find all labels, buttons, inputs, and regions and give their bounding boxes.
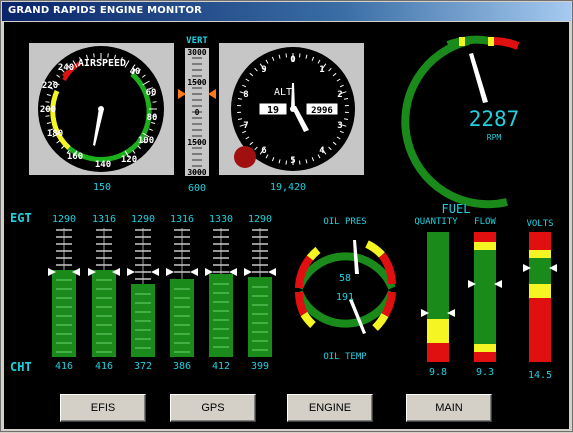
alt-tick-mark [300,53,301,57]
cht-value-6: 399 [251,361,269,372]
cht-value-1: 416 [55,361,73,372]
fuel-flow-value: 9.3 [476,367,494,378]
rpm-value: 2287 [469,107,520,131]
alt-digit-6: 6 [261,146,266,156]
altimeter: 0 1 2 3 4 5 6 7 8 9 ALT 19 2996 [219,43,364,193]
volts-label: VOLTS [526,219,553,229]
egt-value-5: 1330 [209,214,233,225]
asi-tick-100: 100 [138,136,154,146]
vsi-tick-0: 0 [195,108,200,117]
cylinder-bar-5 [205,228,237,357]
asi-tick-mark [153,102,157,103]
vsi-label: VERT [186,36,208,46]
volts-gauge: VOLTS 14.5 [523,219,557,381]
alt-drum-right: 2996 [311,106,333,116]
cht-value-5: 412 [212,361,230,372]
alt-digit-0: 0 [290,55,295,65]
alt-label: ALT [274,87,292,98]
fuel-flow-bar [474,232,496,362]
airspeed-label: AIRSPEED [78,58,126,69]
asi-tick-180: 180 [47,129,63,139]
egt-cht-bank: EGT CHT 1290 1316 1290 1316 1330 1290 41… [10,211,276,374]
asi-tick-160: 160 [67,152,83,162]
alt-digit-7: 7 [243,121,248,131]
main-button[interactable]: MAIN [406,394,492,422]
fuel-label: FUEL [442,202,471,216]
asi-tick-200: 200 [40,105,56,115]
egt-value-3: 1290 [131,214,155,225]
asi-tick-240: 240 [58,63,74,73]
asi-tick-140: 140 [95,160,111,170]
oil-pressure-value: 58 [339,273,351,284]
airspeed-indicator: 40 60 80 100 120 140 160 180 200 220 240… [29,43,174,193]
oil-temp-needle [349,298,366,334]
fuel-gauges: FUEL QUANTITY FLOW 9.8 9.3 [414,202,502,378]
engine-monitor-window: GRAND RAPIDS ENGINE MONITOR 40 60 80 100 [0,0,573,432]
cht-label: CHT [10,360,32,374]
egt-value-4: 1316 [170,214,194,225]
gps-button[interactable]: GPS [170,394,256,422]
cylinder-bar-1 [48,228,80,357]
cylinder-bar-2 [88,228,120,357]
title-bar[interactable]: GRAND RAPIDS ENGINE MONITOR [2,2,571,21]
oil-temp-label: OIL TEMP [323,352,367,362]
asi-tick-60: 60 [146,88,157,98]
alt-drum-left: 19 [267,105,279,116]
engine-button[interactable]: ENGINE [287,394,373,422]
vsi-tick-3000-down: 3000 [187,168,206,177]
asi-tick-120: 120 [121,155,137,165]
alt-digit-5: 5 [290,156,295,166]
vsi-tick-1500-down: 1500 [187,138,206,147]
oil-temperature-value: 191 [336,292,354,303]
egt-value-1: 1290 [52,214,76,225]
efis-button[interactable]: EFIS [60,394,146,422]
alt-readout: 19,420 [270,182,306,193]
alt-digit-1: 1 [319,65,324,75]
alt-digit-3: 3 [337,121,342,131]
cylinder-bar-6 [244,228,276,357]
oil-pres-label: OIL PRES [323,217,366,227]
egt-label: EGT [10,211,32,225]
asi-tick-mark [108,53,109,57]
instrument-panel: 40 60 80 100 120 140 160 180 200 220 240… [4,22,569,429]
vsi-readout: 600 [188,183,206,194]
alt-digit-4: 4 [319,146,325,156]
vsi-pointer-left [178,89,186,99]
vsi-tick-1500-up: 1500 [187,78,206,87]
asi-tick-mark [45,102,49,103]
cylinder-bar-4 [166,228,198,357]
rpm-gauge: 2287 RPM [405,37,519,204]
asi-tick-40: 40 [130,67,141,77]
alt-tick-mark [300,161,301,165]
alt-digit-9: 9 [261,65,266,75]
alt-tick-mark [286,53,287,57]
asi-tick-220: 220 [42,81,58,91]
fuel-flow-label: FLOW [474,217,496,227]
fuel-quantity-value: 9.8 [429,367,447,378]
cht-value-3: 372 [134,361,152,372]
vsi-tick-3000-up: 3000 [187,48,206,57]
asi-tick-80: 80 [147,113,158,123]
volts-value: 14.5 [528,370,552,381]
fuel-quantity-label: QUANTITY [414,217,458,227]
cht-value-2: 416 [95,361,113,372]
alt-digit-2: 2 [337,90,342,100]
egt-value-6: 1290 [248,214,272,225]
asi-tick-mark [94,53,95,57]
alt-tick-mark [286,161,287,165]
egt-value-2: 1316 [92,214,116,225]
cylinder-bar-3 [127,228,159,357]
oil-gauge: OIL PRES 58 191 OIL TEMP [299,217,392,362]
vertical-speed-indicator: VERT 3000 1500 0 1500 3000 600 [178,36,216,194]
airspeed-readout: 150 [93,182,111,193]
alt-digit-8: 8 [243,90,248,100]
window-title: GRAND RAPIDS ENGINE MONITOR [8,5,202,16]
asi-tick-mark [45,116,49,117]
rpm-needle [469,53,488,103]
rpm-unit: RPM [487,133,502,142]
cht-value-4: 386 [173,361,191,372]
vsi-pointer-right [208,89,216,99]
alt-warning-light [234,146,256,168]
